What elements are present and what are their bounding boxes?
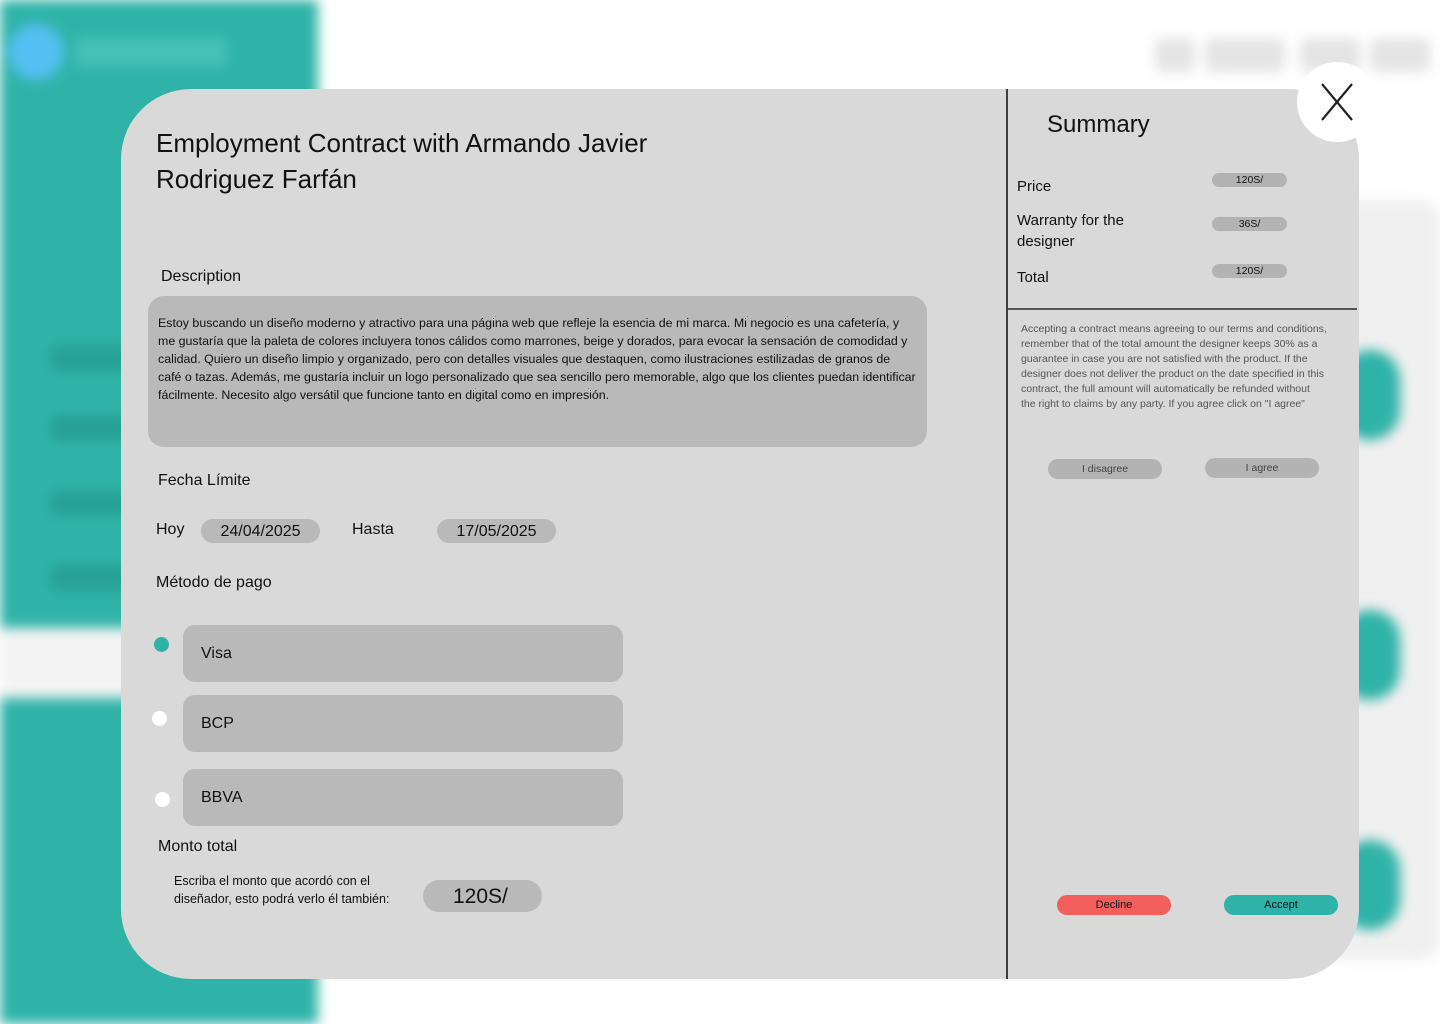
- deadline-label: Fecha Límite: [158, 472, 251, 489]
- close-icon: [1321, 83, 1353, 121]
- vertical-divider: [1006, 89, 1008, 979]
- payment-option-bcp[interactable]: BCP: [183, 695, 623, 752]
- payment-option-bbva[interactable]: BBVA: [183, 769, 623, 826]
- until-label: Hasta: [352, 521, 394, 538]
- background-logo-icon: [8, 24, 64, 80]
- summary-divider: [1008, 308, 1357, 310]
- summary-warranty-value: 36S/: [1212, 217, 1287, 231]
- total-amount-input[interactable]: 120S/: [423, 880, 542, 912]
- terms-text: Accepting a contract means agreeing to o…: [1021, 323, 1327, 410]
- disagree-button[interactable]: I disagree: [1048, 459, 1162, 479]
- payment-method-label: Método de pago: [156, 574, 272, 591]
- payment-option-visa[interactable]: Visa: [183, 625, 623, 682]
- summary-price-label: Price: [1017, 178, 1052, 195]
- contract-modal: Employment Contract with Armando Javier …: [121, 89, 1359, 979]
- summary-warranty-label: Warranty for the designer: [1017, 212, 1124, 250]
- background-logo-text: [76, 38, 226, 66]
- total-amount-hint: Escriba el monto que acordó con el diseñ…: [174, 874, 390, 906]
- payment-radio-bcp[interactable]: [152, 711, 167, 726]
- background-topbar-item: [1370, 38, 1430, 72]
- description-label: Description: [161, 268, 242, 285]
- decline-button[interactable]: Decline: [1057, 895, 1171, 915]
- background-topbar-item: [1205, 38, 1285, 72]
- agree-button[interactable]: I agree: [1205, 458, 1319, 478]
- total-amount-label: Monto total: [158, 838, 238, 855]
- accept-button[interactable]: Accept: [1224, 895, 1338, 915]
- summary-total-value: 120S/: [1212, 264, 1287, 278]
- until-date-field[interactable]: 17/05/2025: [437, 519, 556, 543]
- description-text: Estoy buscando un diseño moderno y atrac…: [148, 296, 927, 447]
- summary-total-label: Total: [1017, 269, 1049, 286]
- today-label: Hoy: [156, 521, 185, 538]
- summary-title: Summary: [1047, 111, 1150, 138]
- summary-price-value: 120S/: [1212, 173, 1287, 187]
- contract-title: Employment Contract with Armando Javier …: [156, 128, 648, 194]
- close-button[interactable]: [1297, 62, 1377, 142]
- payment-radio-visa[interactable]: [154, 637, 169, 652]
- background-topbar-icon: [1155, 38, 1195, 72]
- today-date-field[interactable]: 24/04/2025: [201, 519, 320, 543]
- payment-radio-bbva[interactable]: [155, 792, 170, 807]
